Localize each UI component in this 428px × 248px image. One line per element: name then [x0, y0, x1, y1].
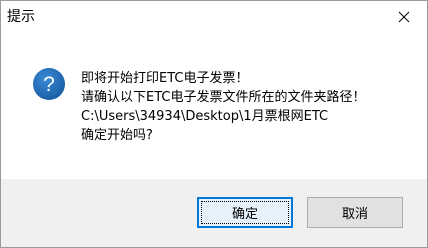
dialog-content: ? 即将开始打印ETC电子发票！ 请确认以下ETC电子发票文件所在的文件夹路径！… — [1, 33, 427, 179]
svg-text:?: ? — [43, 73, 55, 96]
dialog-message: 即将开始打印ETC电子发票！ 请确认以下ETC电子发票文件所在的文件夹路径！ C… — [81, 69, 365, 145]
message-dialog: 提示 ? 即将开始打印ETC电子发票！ 请确认以下ETC电子发票文件所在的文件夹… — [0, 0, 428, 248]
message-line-1: 即将开始打印ETC电子发票！ — [81, 71, 249, 86]
ok-button-label: 确定 — [231, 207, 258, 222]
close-icon — [398, 11, 410, 23]
question-icon: ? — [32, 67, 66, 101]
cancel-button[interactable]: 取消 — [307, 197, 403, 228]
title-bar: 提示 — [1, 1, 427, 33]
close-button[interactable] — [381, 1, 427, 33]
message-line-2: 请确认以下ETC电子发票文件所在的文件夹路径！ — [81, 90, 366, 105]
message-line-path: C:\Users\34934\Desktop\1月票根网ETC — [81, 109, 329, 124]
cancel-button-label: 取消 — [341, 207, 368, 222]
dialog-title: 提示 — [7, 9, 35, 25]
button-bar: 确定 取消 — [1, 179, 427, 247]
ok-button[interactable]: 确定 — [197, 197, 293, 228]
message-line-confirm: 确定开始吗? — [81, 128, 153, 143]
